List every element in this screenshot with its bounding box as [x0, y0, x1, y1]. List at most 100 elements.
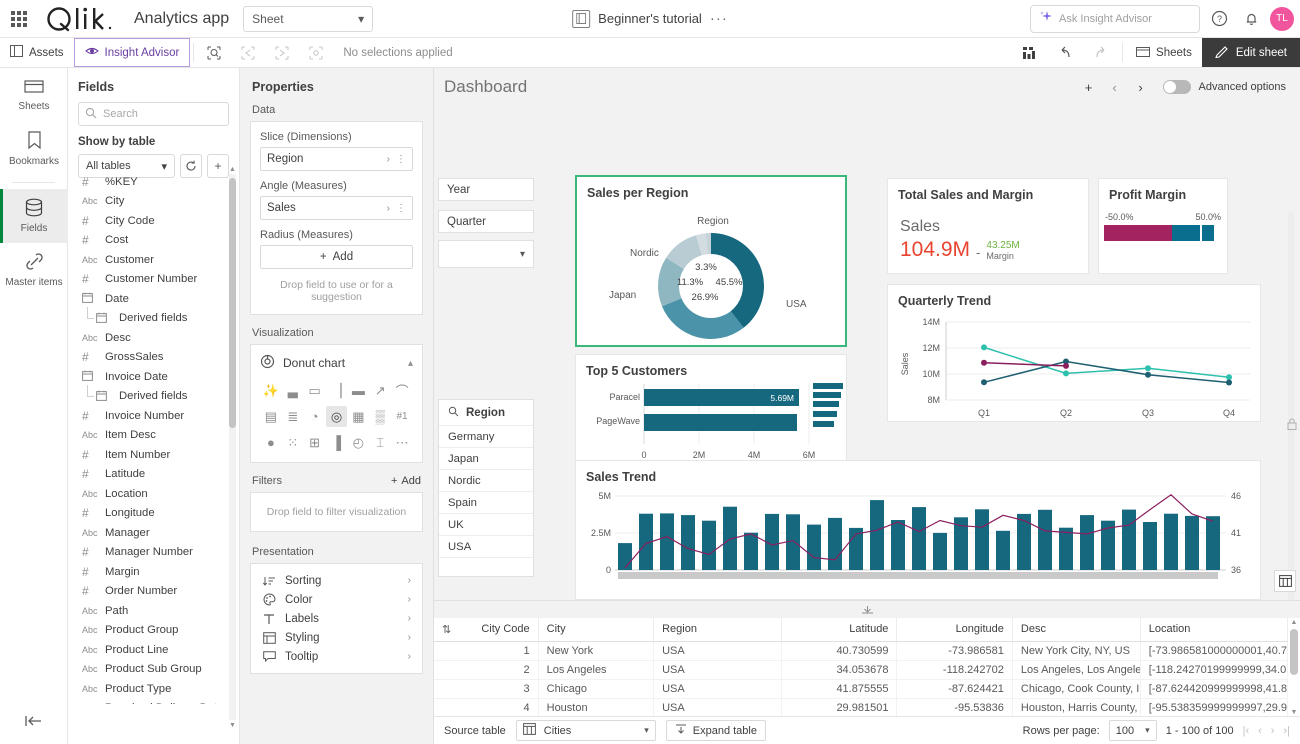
combo-chart-icon[interactable]: ↗	[369, 380, 391, 401]
chevron-right-icon[interactable]: ›	[387, 154, 390, 165]
bar-horizontal-icon[interactable]: ▭	[304, 380, 326, 401]
gauge-icon[interactable]: ◴	[347, 432, 369, 453]
table-cell[interactable]: 1	[434, 641, 539, 661]
column-header-longitude[interactable]: Longitude	[896, 618, 1013, 642]
next-sheet-button[interactable]: ›	[1129, 75, 1153, 99]
presentation-row-labels[interactable]: Labels ›	[260, 609, 413, 628]
sheet-selector[interactable]: Sheet ▾	[243, 5, 374, 32]
list-item[interactable]: Germany	[439, 426, 533, 448]
clear-selections-button[interactable]	[299, 38, 333, 67]
filter-quarter[interactable]: Quarter	[438, 210, 534, 233]
step-forward-selection-button[interactable]	[265, 38, 299, 67]
table-row[interactable]: 1 New York USA 40.730599 -73.986581 New York …	[434, 641, 1288, 661]
data-table[interactable]: ⇅ City Code City Region Latitude Longitu…	[434, 618, 1288, 716]
field-item[interactable]: # Manager Number	[68, 543, 239, 563]
table-cell[interactable]: -118.242702	[896, 660, 1013, 680]
table-cell[interactable]: 40.730599	[781, 641, 898, 661]
help-icon[interactable]: ?	[1206, 6, 1232, 32]
table-view-toggle-button[interactable]	[1274, 570, 1296, 592]
chart-view-icon[interactable]	[1012, 38, 1047, 67]
table-icon[interactable]: ▦	[347, 406, 369, 427]
field-item[interactable]: Abc City	[68, 192, 239, 212]
field-item[interactable]: Abc Product Line	[68, 640, 239, 660]
table-cell[interactable]: [-73.986581000000001,40.7	[1140, 641, 1288, 661]
field-item[interactable]: Abc Product Group	[68, 621, 239, 641]
angle-measure-field[interactable]: Sales › ⋮	[260, 196, 413, 220]
last-page-button[interactable]: ›|	[1283, 725, 1290, 737]
collapse-table-handle[interactable]	[434, 601, 1300, 618]
table-cell[interactable]: 2	[434, 660, 539, 680]
field-item[interactable]: # Longitude	[68, 504, 239, 524]
app-launcher-icon[interactable]	[0, 0, 38, 38]
table-cell[interactable]: 34.053678	[781, 660, 898, 680]
redo-button[interactable]	[1083, 38, 1119, 67]
scrollbar-thumb[interactable]	[1290, 629, 1298, 675]
scroll-up-icon[interactable]: ▲	[229, 164, 236, 174]
kpi-profit-margin[interactable]: Profit Margin -50.0% 50.0%	[1098, 178, 1228, 274]
histogram-icon[interactable]: ⌶	[369, 432, 391, 453]
next-page-button[interactable]: ›	[1271, 725, 1275, 737]
field-actions[interactable]: › ⋮	[387, 154, 406, 165]
table-row[interactable]: 3 Chicago USA 41.875555 -87.624421 Chicago, C…	[434, 679, 1288, 700]
visualization-type-header[interactable]: Donut chart ▴	[260, 354, 413, 380]
previous-page-button[interactable]: ‹	[1258, 725, 1262, 737]
top-5-customers-plot[interactable]: Paracel PageWave 5.69M 0 2M 4M 6M	[576, 378, 846, 470]
field-item[interactable]: Abc Product Sub Group	[68, 660, 239, 680]
table-cell[interactable]: [-87.624420999999998,41.87	[1140, 679, 1288, 700]
table-cell[interactable]: USA	[653, 660, 782, 680]
donut-chart[interactable]: Region USA Japan Nordic 3.3% 11.3% 45.5%…	[577, 200, 845, 368]
auto-chart-icon[interactable]: ✨	[260, 380, 282, 401]
column-header-city-code[interactable]: ⇅ City Code	[434, 618, 539, 642]
table-cell[interactable]: USA	[653, 698, 782, 716]
table-cell[interactable]: Chicago, Cook County, IL, U	[1012, 679, 1141, 700]
field-item[interactable]: Abc Item Desc	[68, 426, 239, 446]
add-radius-measure-button[interactable]: + Add	[260, 245, 413, 269]
box-plot-icon[interactable]: ▕	[326, 380, 348, 401]
advanced-options-toggle[interactable]	[1162, 80, 1191, 94]
field-item[interactable]: # Customer Number	[68, 270, 239, 290]
field-item[interactable]: # Invoice Number	[68, 406, 239, 426]
presentation-row-styling[interactable]: Styling ›	[260, 628, 413, 647]
table-cell[interactable]: -73.986581	[896, 641, 1013, 661]
table-cell[interactable]: -95.53836	[896, 698, 1013, 716]
insight-advisor-search[interactable]: Ask Insight Advisor	[1030, 4, 1200, 33]
table-cell[interactable]: Houston	[538, 698, 655, 716]
fields-scrollbar[interactable]: ▲ ▼	[229, 166, 236, 729]
table-row[interactable]: 2 Los Angeles USA 34.053678 -118.242702 Los A…	[434, 660, 1288, 680]
add-filter-button[interactable]: + Add	[391, 475, 421, 487]
notifications-bell-icon[interactable]	[1238, 6, 1264, 32]
selection-search-icon[interactable]	[197, 38, 231, 67]
slice-dimension-field[interactable]: Region › ⋮	[260, 147, 413, 171]
field-item[interactable]: Abc Desc	[68, 328, 239, 348]
sidebar-item-bookmarks[interactable]: Bookmarks	[0, 122, 68, 176]
undo-button[interactable]	[1047, 38, 1083, 67]
field-actions[interactable]: › ⋮	[387, 203, 406, 214]
waterfall-icon[interactable]: ▐	[326, 432, 348, 453]
table-cell[interactable]: 41.875555	[781, 679, 898, 700]
table-cell[interactable]: New York City, NY, US	[1012, 641, 1141, 661]
field-item[interactable]: # Cost	[68, 231, 239, 251]
region-listbox-header[interactable]: Region	[439, 400, 533, 426]
tutorial-more-icon[interactable]: ···	[710, 10, 728, 27]
table-cell[interactable]: Houston, Harris County, TX	[1012, 698, 1141, 716]
search-input[interactable]: Search	[78, 102, 229, 126]
table-row[interactable]: 4 Houston USA 29.981501 -95.53836 Houston, Ha…	[434, 698, 1288, 716]
sidebar-item-master-items[interactable]: Master items	[0, 243, 68, 297]
chevron-up-icon[interactable]: ▴	[408, 358, 413, 369]
table-cell[interactable]: New York	[538, 641, 655, 661]
table-cell[interactable]: [-118.24270199999999,34.0	[1140, 660, 1288, 680]
chart-sales-per-region[interactable]: Sales per Region Region USA Japan Nordic…	[575, 175, 847, 368]
sales-trend-plot[interactable]: 5M 2.5M 0 46 41 36	[576, 484, 1260, 599]
column-header-latitude[interactable]: Latitude	[781, 618, 898, 642]
table-cell[interactable]: 3	[434, 679, 539, 700]
list-item[interactable]: Nordic	[439, 470, 533, 492]
field-item[interactable]: # Margin	[68, 562, 239, 582]
list-item[interactable]: Spain	[439, 492, 533, 514]
line-chart-icon[interactable]: ⌒	[391, 380, 413, 401]
pie-chart-icon[interactable]: ◔	[304, 406, 326, 427]
table-cell[interactable]: [-95.538359999999997,29.98	[1140, 698, 1288, 716]
chart-quarterly-trend[interactable]: Quarterly Trend 14M 12M 10M 8M Sales Q1	[887, 284, 1261, 422]
field-item[interactable]: # Order Number	[68, 582, 239, 602]
presentation-row-tooltip[interactable]: Tooltip ›	[260, 647, 413, 666]
table-cell[interactable]: -87.624421	[896, 679, 1013, 700]
